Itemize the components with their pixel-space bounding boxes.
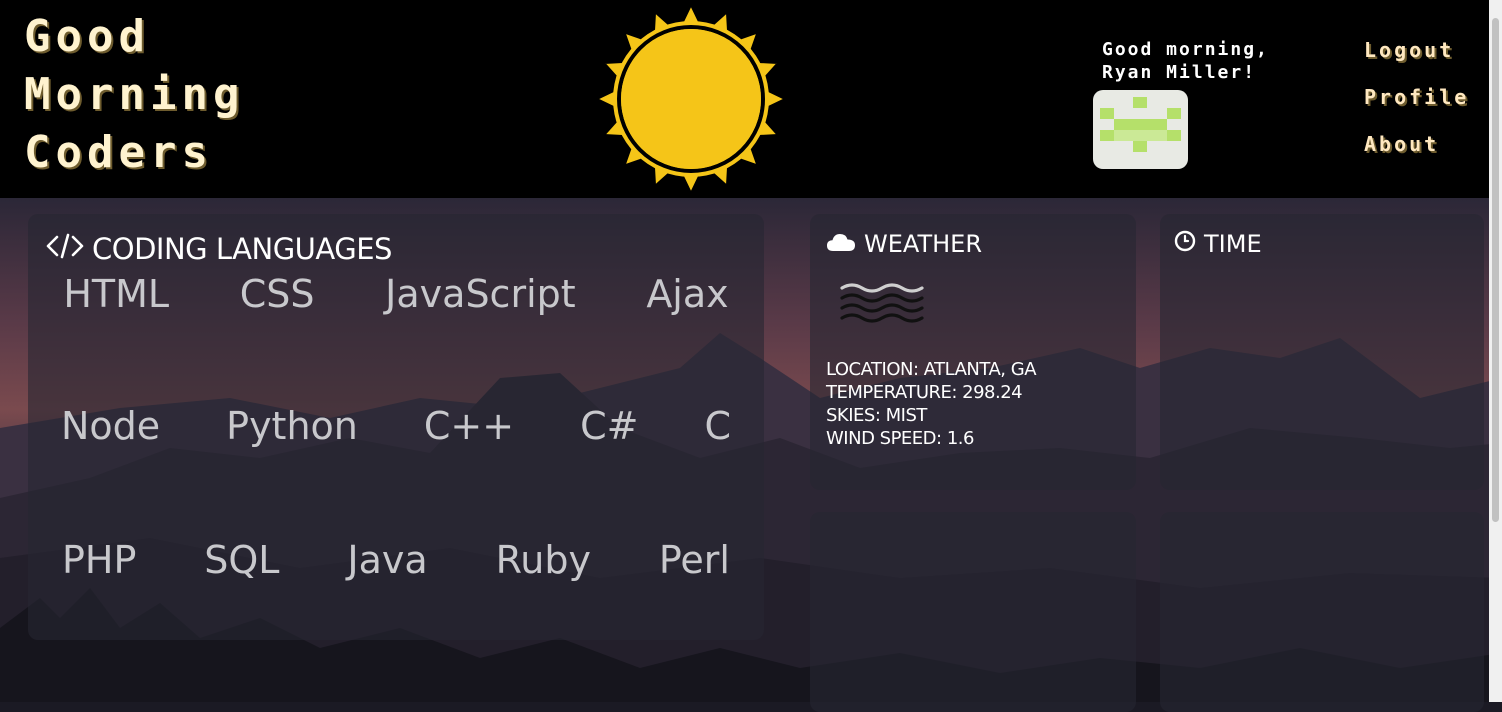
logout-link[interactable]: Logout <box>1364 38 1469 85</box>
weather-skies: SKIES: MIST <box>826 405 927 426</box>
weather-heading: WEATHER <box>826 230 982 258</box>
language-item: PHP <box>61 538 137 582</box>
site-title-line-1: Good <box>24 11 150 62</box>
header-nav: Logout Profile About <box>1364 38 1469 179</box>
cloud-icon <box>826 230 856 258</box>
page-scrollbar[interactable] <box>1489 0 1502 702</box>
clock-icon <box>1174 230 1196 258</box>
language-item: Python <box>226 404 358 448</box>
time-title: TIME <box>1204 230 1262 258</box>
language-item: C++ <box>423 404 515 448</box>
site-title-line-3: Coders <box>24 127 213 178</box>
language-item: Java <box>347 538 428 582</box>
coding-languages-card: CODING LANGUAGES HTML CSS JavaScript Aja… <box>28 214 764 640</box>
pixel-avatar-icon <box>1100 97 1181 152</box>
weather-wind-speed: WIND SPEED: 1.6 <box>826 428 974 449</box>
site-title: Good Morning Coders <box>24 8 244 182</box>
empty-card-bottom-right <box>1160 512 1484 712</box>
about-link[interactable]: About <box>1364 132 1469 179</box>
languages-row-3: PHP SQL Java Ruby Perl <box>28 538 764 582</box>
language-item: JavaScript <box>385 272 576 316</box>
sun-icon <box>583 2 799 196</box>
mist-icon <box>840 280 924 331</box>
avatar[interactable] <box>1093 90 1188 169</box>
site-title-line-2: Morning <box>24 69 245 120</box>
sun-disc <box>621 29 761 169</box>
language-item: Ajax <box>646 272 729 316</box>
greeting-line-2: Ryan Miller! <box>1102 62 1257 83</box>
weather-location: LOCATION: ATLANTA, GA <box>826 359 1037 380</box>
languages-row-1: HTML CSS JavaScript Ajax <box>28 272 764 316</box>
language-item: HTML <box>63 272 170 316</box>
time-card: TIME <box>1160 214 1484 490</box>
code-icon <box>46 232 84 266</box>
time-heading: TIME <box>1174 230 1262 258</box>
greeting-line-1: Good morning, <box>1102 39 1269 60</box>
language-item: SQL <box>204 538 280 582</box>
language-item: CSS <box>239 272 315 316</box>
language-item: C <box>704 404 731 448</box>
weather-temperature: TEMPERATURE: 298.24 <box>826 382 1023 403</box>
profile-link[interactable]: Profile <box>1364 85 1469 132</box>
language-item: Perl <box>658 538 730 582</box>
language-item: Ruby <box>495 538 591 582</box>
coding-languages-title: CODING LANGUAGES <box>92 232 392 266</box>
scrollbar-thumb[interactable] <box>1492 18 1499 522</box>
header-bar: Good Morning Coders Good morning, Ryan M… <box>0 0 1502 198</box>
weather-details: LOCATION: ATLANTA, GA TEMPERATURE: 298.2… <box>826 358 1037 450</box>
language-item: C# <box>580 404 639 448</box>
language-item: Node <box>60 404 161 448</box>
empty-card-bottom-left <box>810 512 1136 712</box>
user-greeting: Good morning, Ryan Miller! <box>1102 38 1269 84</box>
weather-card: WEATHER LOCATION: ATLANTA, GA TEMPERATUR… <box>810 214 1136 490</box>
languages-row-2: Node Python C++ C# C <box>28 404 764 448</box>
coding-languages-heading: CODING LANGUAGES <box>46 232 392 266</box>
weather-title: WEATHER <box>864 230 982 258</box>
